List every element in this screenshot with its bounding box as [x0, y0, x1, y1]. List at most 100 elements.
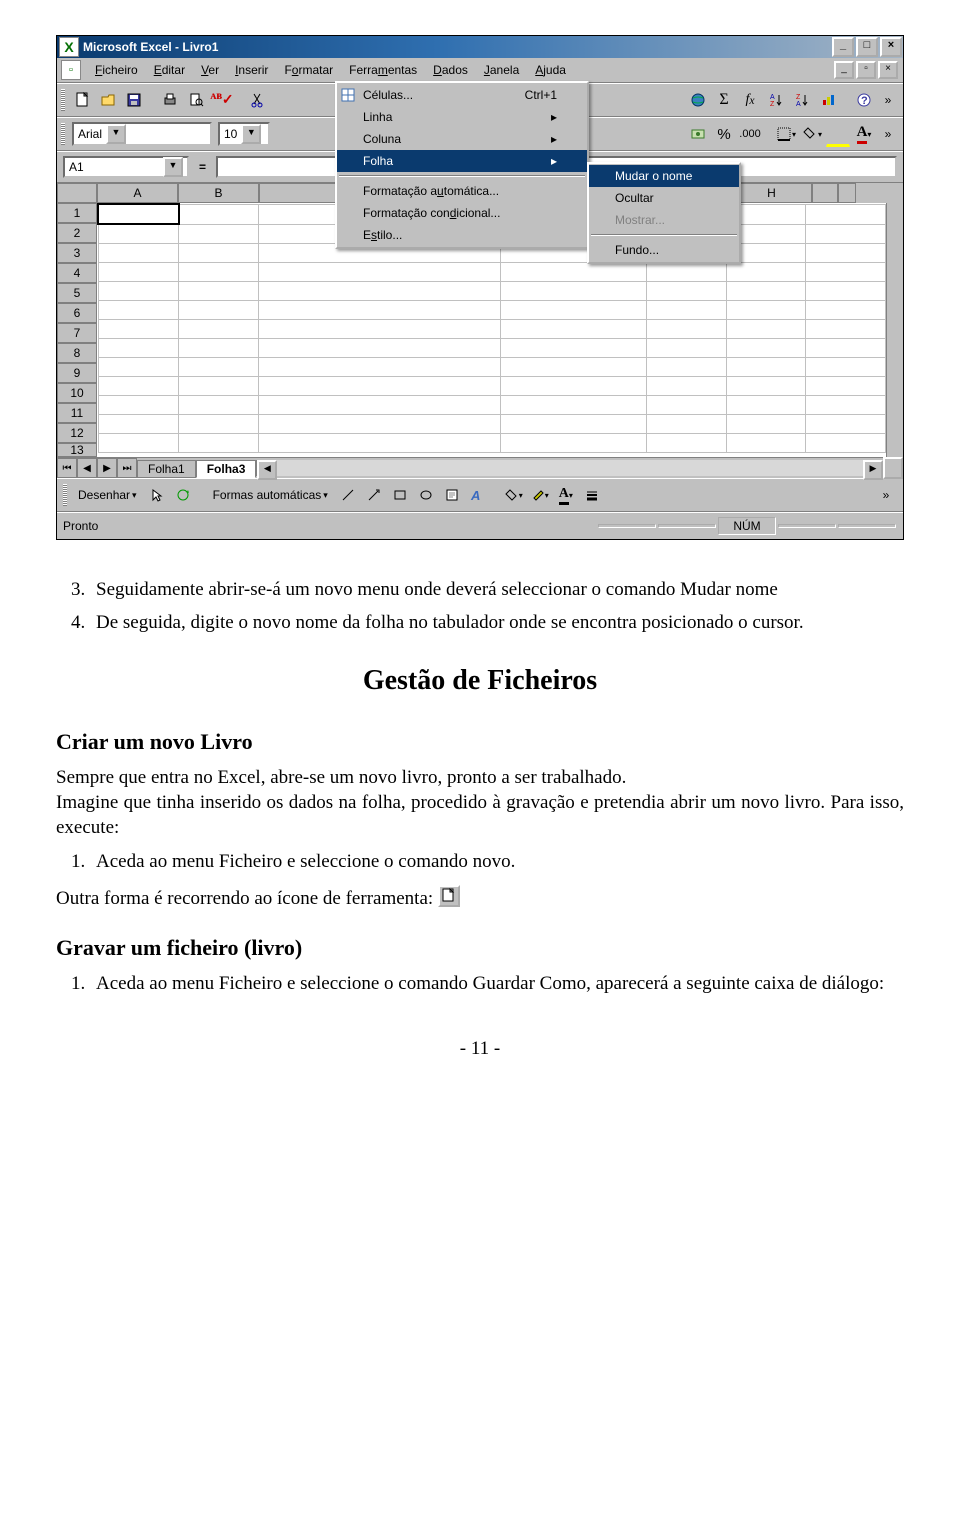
- toolbar-grip[interactable]: [61, 89, 65, 111]
- doc-restore-button[interactable]: ▫: [856, 61, 876, 79]
- new-button[interactable]: [70, 88, 94, 112]
- menu-formatar[interactable]: Formatar: [276, 60, 341, 80]
- background-item[interactable]: Fundo...: [589, 239, 739, 261]
- dropdown-arrow-icon[interactable]: ▼: [163, 157, 183, 177]
- percent-button[interactable]: %: [712, 122, 736, 146]
- col-header-H[interactable]: H: [731, 183, 812, 203]
- dropdown-arrow-icon[interactable]: ▼: [106, 124, 126, 144]
- toolbar-more-icon[interactable]: »: [875, 484, 897, 506]
- tab-nav-first[interactable]: ⏮: [57, 458, 77, 478]
- tab-nav-prev[interactable]: ◀: [77, 458, 97, 478]
- scroll-down-button[interactable]: [883, 457, 903, 479]
- row-header-7[interactable]: 7: [57, 323, 97, 343]
- toolbar-grip[interactable]: [61, 123, 65, 145]
- vertical-scrollbar[interactable]: [886, 203, 903, 457]
- row-header-13[interactable]: 13: [57, 443, 97, 457]
- borders-button[interactable]: ▾: [774, 122, 798, 146]
- scroll-right-button[interactable]: ▶: [863, 460, 883, 480]
- menu-ferramentas[interactable]: Ferramentas: [341, 60, 425, 80]
- select-arrow-button[interactable]: [145, 483, 169, 507]
- tab-nav-next[interactable]: ▶: [97, 458, 117, 478]
- menu-ver[interactable]: Ver: [193, 60, 227, 80]
- font-size-combo[interactable]: 10▼: [218, 122, 270, 146]
- menu-inserir[interactable]: Inserir: [227, 60, 276, 80]
- autoshapes-button[interactable]: Formas automáticas ▾: [208, 486, 333, 504]
- line-color-button[interactable]: ▾: [528, 483, 552, 507]
- select-all-button[interactable]: [57, 183, 97, 203]
- menu-janela[interactable]: Janela: [476, 60, 527, 80]
- scroll-up-button[interactable]: [838, 183, 856, 203]
- row-header-6[interactable]: 6: [57, 303, 97, 323]
- currency-button[interactable]: [686, 122, 710, 146]
- col-header-B[interactable]: B: [178, 183, 259, 203]
- rectangle-button[interactable]: [388, 483, 412, 507]
- row-header-1[interactable]: 1: [57, 203, 97, 223]
- format-cells-item[interactable]: Células...Ctrl+1: [337, 84, 587, 106]
- line-style-button[interactable]: [580, 483, 604, 507]
- format-style-item[interactable]: Estilo...: [337, 224, 587, 246]
- arrow-button[interactable]: [362, 483, 386, 507]
- row-header-11[interactable]: 11: [57, 403, 97, 423]
- web-button[interactable]: [686, 88, 710, 112]
- draw-menu-button[interactable]: Desenhar ▾: [73, 486, 142, 504]
- row-header-8[interactable]: 8: [57, 343, 97, 363]
- row-header-3[interactable]: 3: [57, 243, 97, 263]
- sheet-tab-folha1[interactable]: Folha1: [137, 460, 196, 478]
- open-button[interactable]: [96, 88, 120, 112]
- hide-sheet-item[interactable]: Ocultar: [589, 187, 739, 209]
- col-header-A[interactable]: A: [97, 183, 178, 203]
- sheet-tab-folha3[interactable]: Folha3: [196, 460, 257, 478]
- comma-button[interactable]: .000: [738, 122, 762, 146]
- row-header-12[interactable]: 12: [57, 423, 97, 443]
- format-cond-item[interactable]: Formatação condicional...: [337, 202, 587, 224]
- format-column-item[interactable]: Coluna▸: [337, 128, 587, 150]
- menu-ajuda[interactable]: Ajuda: [527, 60, 574, 80]
- row-header-2[interactable]: 2: [57, 223, 97, 243]
- scroll-left-button[interactable]: ◀: [257, 460, 277, 480]
- maximize-button[interactable]: □: [856, 37, 878, 57]
- format-row-item[interactable]: Linha▸: [337, 106, 587, 128]
- tab-nav-last[interactable]: ⏭: [117, 458, 137, 478]
- autosum-button[interactable]: Σ: [712, 88, 736, 112]
- row-header-4[interactable]: 4: [57, 263, 97, 283]
- rotate-button[interactable]: [171, 483, 195, 507]
- cut-button[interactable]: [246, 88, 270, 112]
- line-button[interactable]: [336, 483, 360, 507]
- oval-button[interactable]: [414, 483, 438, 507]
- format-auto-item[interactable]: Formatação automática...: [337, 180, 587, 202]
- cell-A1[interactable]: [98, 204, 179, 224]
- minimize-button[interactable]: _: [832, 37, 854, 57]
- sort-desc-button[interactable]: ZA: [790, 88, 814, 112]
- print-button[interactable]: [158, 88, 182, 112]
- toolbar-more-icon[interactable]: »: [877, 123, 899, 145]
- row-header-9[interactable]: 9: [57, 363, 97, 383]
- name-box[interactable]: A1 ▼: [63, 156, 189, 178]
- paste-function-button[interactable]: fx: [738, 88, 762, 112]
- dropdown-arrow-icon[interactable]: ▼: [241, 124, 261, 144]
- col-header[interactable]: [812, 183, 838, 203]
- fill-color-button[interactable]: ▾: [502, 483, 526, 507]
- font-color-button[interactable]: A▾: [554, 483, 578, 507]
- toolbar-more-icon[interactable]: »: [877, 89, 899, 111]
- row-header-10[interactable]: 10: [57, 383, 97, 403]
- textbox-button[interactable]: [440, 483, 464, 507]
- print-preview-button[interactable]: [184, 88, 208, 112]
- horizontal-scrollbar[interactable]: ◀ ▶: [257, 460, 883, 476]
- row-header-5[interactable]: 5: [57, 283, 97, 303]
- toolbar-grip[interactable]: [63, 484, 67, 506]
- rename-sheet-item[interactable]: Mudar o nome: [589, 165, 739, 187]
- wordart-button[interactable]: A: [466, 483, 490, 507]
- menu-ficheiro[interactable]: Ficheiro: [87, 60, 146, 80]
- format-sheet-item[interactable]: Folha▸: [337, 150, 587, 172]
- fill-color-button[interactable]: ▾: [800, 122, 824, 146]
- font-color-button[interactable]: A▾: [852, 122, 876, 146]
- doc-minimize-button[interactable]: _: [834, 61, 854, 79]
- menu-editar[interactable]: Editar: [146, 60, 193, 80]
- doc-close-button[interactable]: ×: [878, 61, 898, 79]
- save-button[interactable]: [122, 88, 146, 112]
- close-button[interactable]: ×: [880, 37, 902, 57]
- font-combo[interactable]: Arial▼: [72, 122, 212, 146]
- sort-asc-button[interactable]: AZ: [764, 88, 788, 112]
- chart-wizard-button[interactable]: [816, 88, 840, 112]
- help-button[interactable]: ?: [852, 88, 876, 112]
